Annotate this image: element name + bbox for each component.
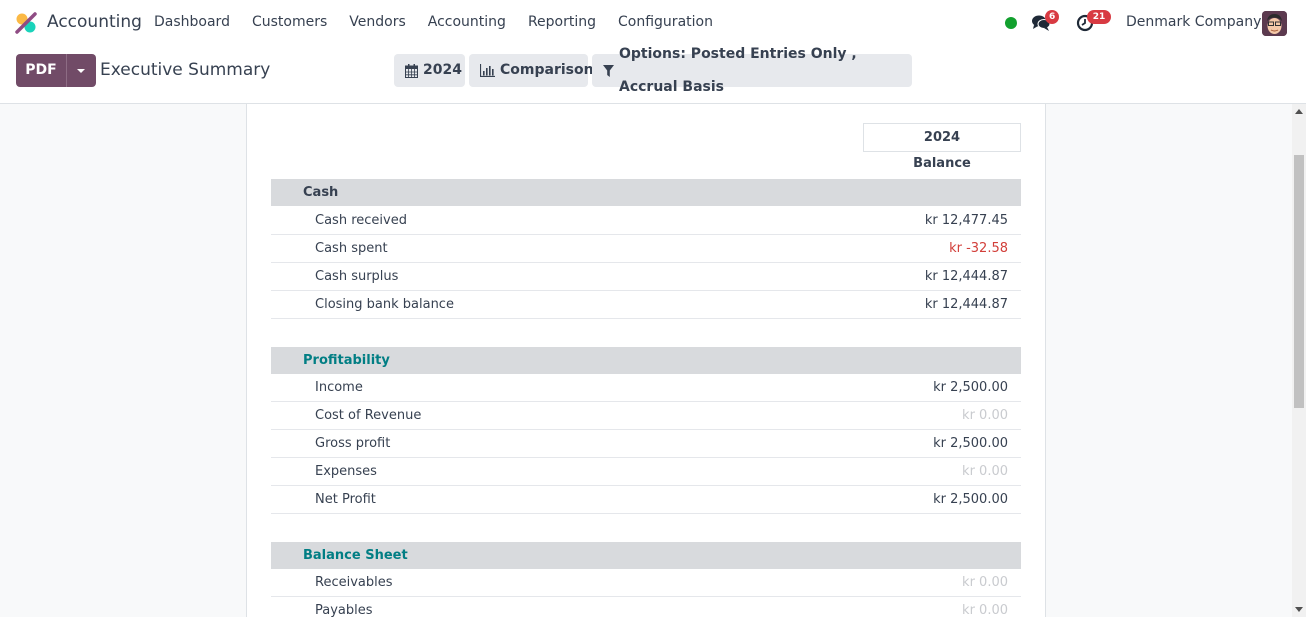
menu-customers[interactable]: Customers (241, 14, 338, 30)
export-dropdown-toggle[interactable] (66, 54, 96, 87)
report-row[interactable]: Cost of Revenue kr 0.00 (271, 402, 1021, 430)
filter-funnel-icon (603, 64, 614, 77)
row-label[interactable]: Expenses (315, 458, 377, 485)
report-row[interactable]: Expenses kr 0.00 (271, 458, 1021, 486)
report-row[interactable]: Payables kr 0.00 (271, 597, 1021, 617)
accounting-app-logo-icon[interactable] (15, 12, 37, 34)
options-filter-label: Options: Posted Entries Only , Accrual B… (619, 45, 857, 95)
page-title: Executive Summary (100, 60, 271, 80)
section-header-balance-sheet[interactable]: Balance Sheet (271, 542, 1021, 569)
user-avatar[interactable] (1262, 11, 1287, 36)
row-value[interactable]: kr 0.00 (962, 597, 1008, 617)
report-row[interactable]: Gross profit kr 2,500.00 (271, 430, 1021, 458)
report-row[interactable]: Closing bank balance kr 12,444.87 (271, 291, 1021, 319)
report-row[interactable]: Cash received kr 12,477.45 (271, 207, 1021, 235)
menu-accounting[interactable]: Accounting (417, 14, 517, 30)
row-value[interactable]: kr 0.00 (962, 458, 1008, 485)
pdf-export-button[interactable]: PDF (16, 54, 66, 87)
bar-chart-icon (480, 64, 495, 77)
app-name[interactable]: Accounting (47, 12, 142, 32)
row-label[interactable]: Income (315, 374, 363, 401)
report-sheet: 2024 Balance Cash Cash received kr 12,47… (246, 104, 1046, 617)
menu-configuration[interactable]: Configuration (607, 14, 724, 30)
row-label[interactable]: Cash received (315, 207, 407, 234)
row-label[interactable]: Net Profit (315, 486, 376, 513)
column-header-period: 2024 (863, 123, 1021, 152)
chat-count-badge: 6 (1045, 10, 1060, 24)
company-switcher[interactable]: Denmark Company (1126, 14, 1261, 30)
menu-vendors[interactable]: Vendors (338, 14, 416, 30)
row-label[interactable]: Gross profit (315, 430, 390, 457)
row-label[interactable]: Receivables (315, 569, 393, 596)
report-row[interactable]: Cash surplus kr 12,444.87 (271, 263, 1021, 291)
caret-down-icon (77, 69, 85, 73)
row-label[interactable]: Cash surplus (315, 263, 398, 290)
section-header-profitability[interactable]: Profitability (271, 347, 1021, 374)
report-row[interactable]: Receivables kr 0.00 (271, 569, 1021, 597)
row-value[interactable]: kr 0.00 (962, 402, 1008, 429)
comparison-label: Comparison (500, 62, 594, 78)
column-header-balance: Balance (913, 156, 971, 171)
scroll-down-arrow-icon[interactable] (1295, 607, 1303, 612)
row-label[interactable]: Closing bank balance (315, 291, 454, 318)
report-row[interactable]: Income kr 2,500.00 (271, 374, 1021, 402)
row-value[interactable]: kr 12,444.87 (925, 291, 1008, 318)
vertical-scrollbar[interactable] (1292, 104, 1306, 617)
report-row[interactable]: Cash spent kr -32.58 (271, 235, 1021, 263)
calendar-icon (405, 63, 418, 78)
row-value[interactable]: kr 12,444.87 (925, 263, 1008, 290)
report-row[interactable]: Net Profit kr 2,500.00 (271, 486, 1021, 514)
comparison-button[interactable]: Comparison (469, 54, 594, 87)
row-label[interactable]: Cash spent (315, 235, 388, 262)
row-value[interactable]: kr 2,500.00 (933, 374, 1008, 401)
main-menu: Dashboard Customers Vendors Accounting R… (143, 14, 724, 30)
avatar-face-icon (1262, 11, 1287, 36)
row-value[interactable]: kr 12,477.45 (925, 207, 1008, 234)
row-label[interactable]: Payables (315, 597, 373, 617)
date-filter-label: 2024 (423, 62, 462, 78)
row-label[interactable]: Cost of Revenue (315, 402, 421, 429)
section-header-cash[interactable]: Cash (271, 179, 1021, 206)
date-filter-button[interactable]: 2024 (394, 54, 465, 87)
row-value[interactable]: kr 2,500.00 (933, 430, 1008, 457)
menu-dashboard[interactable]: Dashboard (143, 14, 241, 30)
row-value[interactable]: kr -32.58 (949, 235, 1008, 262)
scrollbar-thumb[interactable] (1294, 155, 1304, 408)
presence-status-icon (1005, 17, 1017, 29)
activity-count-badge: 21 (1087, 10, 1111, 24)
scroll-up-arrow-icon[interactable] (1295, 109, 1303, 114)
menu-reporting[interactable]: Reporting (517, 14, 607, 30)
options-filter-button[interactable]: Options: Posted Entries Only , Accrual B… (592, 46, 912, 95)
row-value[interactable]: kr 0.00 (962, 569, 1008, 596)
row-value[interactable]: kr 2,500.00 (933, 486, 1008, 513)
